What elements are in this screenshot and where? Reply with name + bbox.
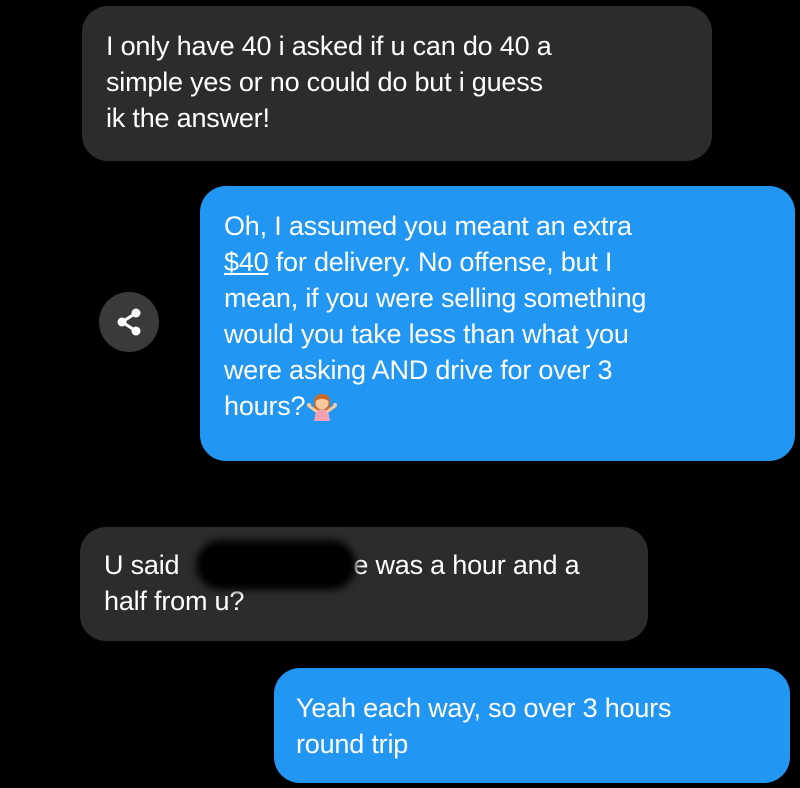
message-text-fragment: hours? [224,391,306,421]
share-icon [117,308,141,336]
incoming-message-bubble[interactable]: U said e was a hour and a half from u? [80,527,648,641]
message-text-line: Oh, I assumed you meant an extra [224,211,632,241]
share-button[interactable] [99,292,159,352]
redaction-mark [196,540,356,590]
message-text-fragment: U said [104,550,180,580]
message-text-line: would you take less than what you [224,319,629,349]
message-text-line: mean, if you were selling something [224,283,647,313]
message-text-fragment: for delivery. No offense, but I [268,247,613,277]
outgoing-message-bubble[interactable]: Oh, I assumed you meant an extra $40 for… [200,186,795,461]
incoming-message-bubble[interactable]: I only have 40 i asked if u can do 40 a … [82,6,712,161]
message-text-line: I only have 40 i asked if u can do 40 a [106,31,552,61]
message-text-line: ik the answer! [106,103,270,133]
message-text-fragment: e was a hour and a [353,550,580,580]
message-text-line: simple yes or no could do but i guess [106,67,543,97]
message-text-line: hours? [224,388,771,424]
message-text-line: round trip [296,729,409,759]
outgoing-message-bubble[interactable]: Yeah each way, so over 3 hours round tri… [274,668,790,783]
message-text-line: Yeah each way, so over 3 hours [296,693,672,723]
message-text-line: U said e was a hour and a [104,547,624,583]
message-text-line: were asking AND drive for over 3 [224,355,613,385]
message-text-line: half from u? [104,586,245,616]
message-text-line: $40 for delivery. No offense, but I [224,244,771,280]
person-shrugging-emoji [307,394,338,421]
money-link[interactable]: $40 [224,247,269,277]
